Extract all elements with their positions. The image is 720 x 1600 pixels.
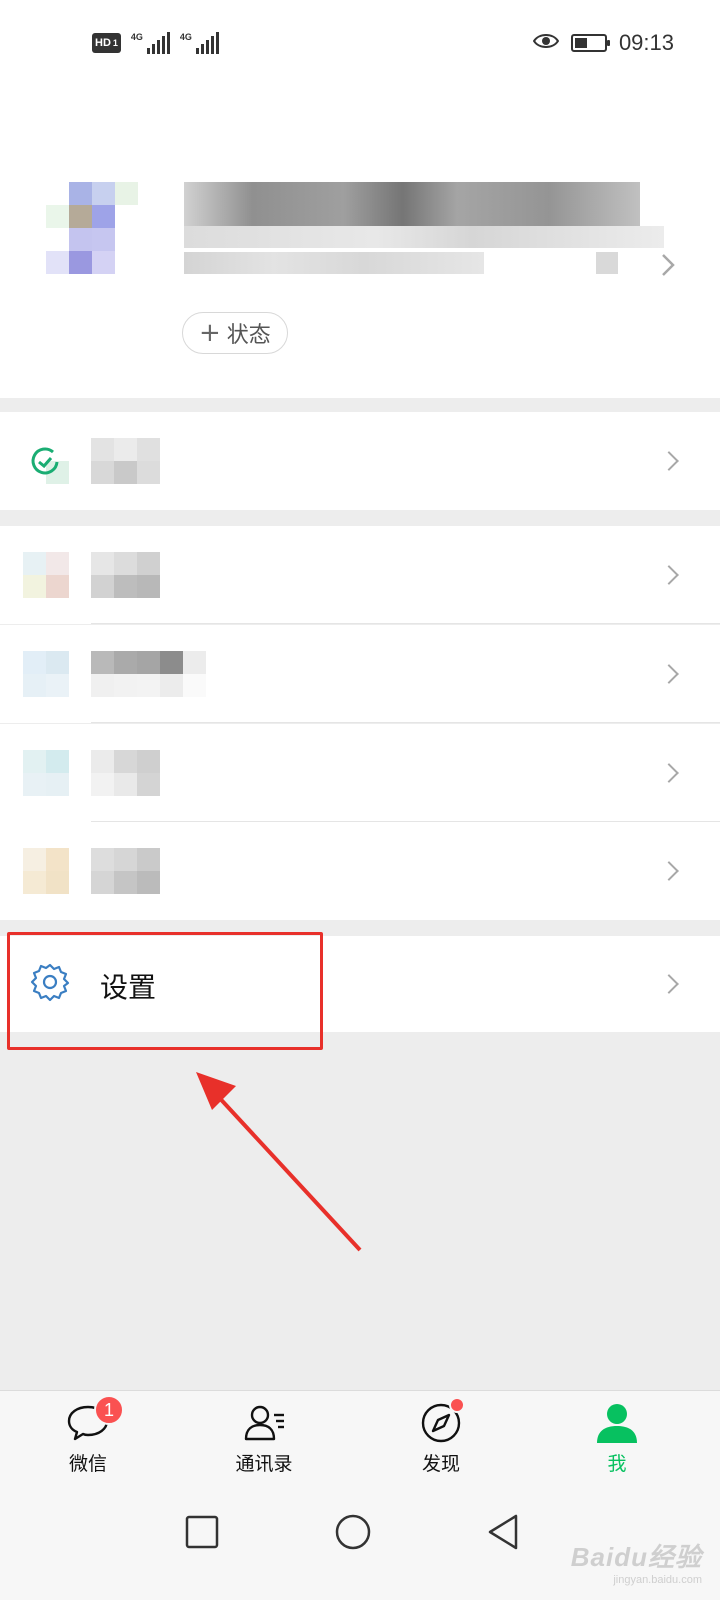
chevron-right-icon	[659, 763, 679, 783]
recent-apps-icon[interactable]	[180, 1510, 224, 1554]
tab-bar: 1 微信 通讯录 发现 我	[0, 1390, 720, 1490]
person-icon	[595, 1401, 639, 1445]
eye-icon	[532, 32, 560, 54]
cards-icon	[23, 750, 69, 796]
avatar[interactable]	[46, 182, 138, 274]
back-icon[interactable]	[482, 1510, 526, 1554]
row-divider	[91, 623, 720, 624]
chevron-right-icon	[659, 974, 679, 994]
profile-name-blurred-secondary	[184, 226, 664, 248]
list-item-label-blurred	[91, 651, 206, 697]
qr-code-icon[interactable]	[596, 252, 618, 274]
watermark-url: jingyan.baidu.com	[613, 1574, 702, 1586]
list-item-moments[interactable]	[0, 625, 720, 723]
signal-icon-2: 4G	[180, 32, 219, 54]
chevron-right-icon	[660, 252, 676, 282]
network-label-2: 4G	[179, 32, 192, 42]
contacts-icon	[242, 1401, 286, 1445]
status-label: 状态	[226, 323, 271, 348]
list-item-favorites[interactable]	[0, 526, 720, 624]
wechat-id-blurred	[184, 252, 484, 274]
tab-label: 通讯录	[235, 1453, 293, 1475]
hd-label: HD	[95, 37, 111, 49]
services-icon	[23, 438, 69, 484]
compass-icon	[419, 1397, 465, 1445]
status-bar: HD 1 4G 4G 09:13	[0, 0, 720, 86]
moments-icon	[23, 651, 69, 697]
chat-bubble-icon: 1	[66, 1395, 124, 1445]
list-item-label-blurred	[91, 552, 160, 598]
chevron-right-icon	[659, 565, 679, 585]
tab-discover[interactable]: 发现	[386, 1397, 496, 1487]
network-label-1: 4G	[130, 32, 143, 42]
add-status-button[interactable]: + 状态	[182, 312, 288, 354]
profile-name-blurred	[184, 182, 640, 226]
unread-badge: 1	[94, 1395, 124, 1425]
list-item-stickers[interactable]	[0, 822, 720, 920]
system-nav-bar: Baidu经验 jingyan.baidu.com	[0, 1490, 720, 1600]
chevron-right-icon	[659, 664, 679, 684]
tab-label: 我	[607, 1453, 627, 1475]
plus-icon: +	[199, 318, 221, 348]
clock: 09:13	[618, 30, 674, 55]
favorites-icon	[23, 552, 69, 598]
notification-dot	[449, 1397, 465, 1413]
chevron-right-icon	[659, 861, 679, 881]
signal-icon-1: 4G	[131, 32, 170, 54]
tab-label: 微信	[68, 1453, 107, 1475]
tab-chats[interactable]: 1 微信	[33, 1395, 143, 1487]
list-item-services[interactable]	[0, 412, 720, 510]
watermark-logo: Baidu经验	[570, 1542, 702, 1572]
home-icon[interactable]	[331, 1510, 375, 1554]
status-bar-left: HD 1 4G 4G	[92, 30, 219, 56]
hd-badge: HD 1	[92, 33, 121, 53]
sim-label: 1	[112, 38, 118, 48]
list-item-label-blurred	[91, 750, 160, 796]
list-item-label-blurred	[91, 438, 160, 484]
status-bar-right: 09:13	[532, 28, 674, 58]
list-item-cards[interactable]	[0, 724, 720, 822]
stickers-icon	[23, 848, 69, 894]
list-item-label-blurred	[91, 848, 160, 894]
highlight-box	[7, 932, 323, 1050]
profile-card[interactable]: + 状态	[0, 86, 720, 398]
tab-me[interactable]: 我	[562, 1401, 672, 1487]
row-divider	[91, 722, 720, 723]
battery-icon	[570, 34, 610, 52]
watermark: Baidu经验 jingyan.baidu.com	[552, 1537, 702, 1586]
tab-label: 发现	[421, 1453, 460, 1475]
chevron-right-icon	[659, 451, 679, 471]
tab-contacts[interactable]: 通讯录	[209, 1401, 319, 1487]
